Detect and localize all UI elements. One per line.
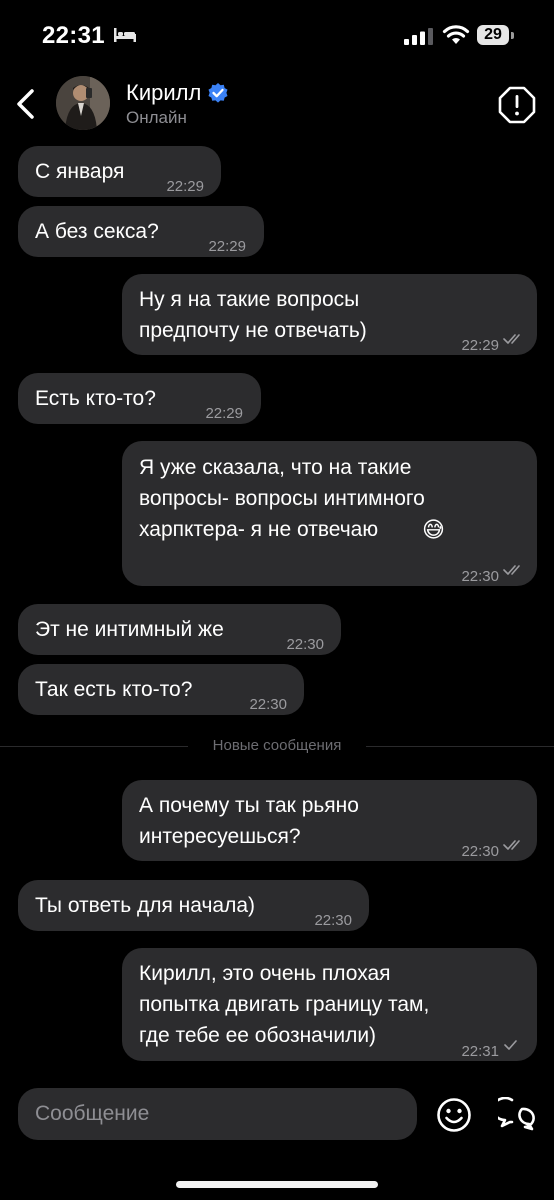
battery-icon: 29 (477, 25, 515, 47)
message-time: 22:30 (314, 912, 352, 929)
sweat-smile-emoji: 😅 (422, 517, 445, 542)
message-time: 22:30 (249, 696, 287, 713)
message-incoming[interactable]: Есть кто-то? 22:29 (18, 373, 261, 424)
message-incoming[interactable]: А без секса? 22:29 (18, 206, 264, 257)
message-outgoing[interactable]: Ну я на такие вопросы предпочту не отвеч… (122, 274, 537, 355)
chat-bubbles-icon[interactable] (498, 1097, 536, 1131)
message-incoming[interactable]: Эт не интимный же 22:30 (18, 604, 341, 655)
double-check-icon (503, 565, 520, 575)
home-indicator (176, 1181, 378, 1188)
wifi-icon (442, 25, 470, 44)
double-check-icon (503, 840, 520, 850)
message-time: 22:30 (461, 843, 499, 860)
message-outgoing[interactable]: Я уже сказала, что на такие вопросы- воп… (122, 441, 537, 586)
verified-badge-icon (208, 83, 228, 103)
message-outgoing[interactable]: А почему ты так рьяно интересуешься? 22:… (122, 780, 537, 861)
double-check-icon (503, 334, 520, 344)
chat-header: Кирилл Онлайн (0, 72, 554, 138)
message-time: 22:31 (461, 1043, 499, 1060)
battery-level: 29 (477, 25, 509, 45)
status-bar: 22:31 29 (0, 0, 554, 72)
single-check-icon (504, 1040, 517, 1050)
new-messages-label: Новые сообщения (188, 737, 366, 754)
message-incoming[interactable]: С января 22:29 (18, 146, 221, 197)
contact-name: Кирилл (126, 80, 202, 105)
status-time: 22:31 (42, 22, 105, 49)
message-time: 22:29 (205, 405, 243, 422)
signal-icon (404, 28, 433, 45)
report-icon[interactable] (498, 86, 536, 124)
message-input[interactable]: Сообщение (18, 1088, 417, 1140)
message-time: 22:29 (461, 337, 499, 354)
bed-icon (114, 28, 136, 42)
contact-name-row[interactable]: Кирилл (126, 80, 229, 106)
message-outgoing[interactable]: Кирилл, это очень плохая попытка двигать… (122, 948, 537, 1061)
message-time: 22:30 (461, 568, 499, 585)
message-time: 22:29 (166, 178, 204, 195)
avatar[interactable] (56, 76, 110, 130)
back-arrow-icon[interactable] (10, 86, 44, 122)
message-time: 22:29 (208, 238, 246, 255)
message-time: 22:30 (286, 636, 324, 653)
message-incoming[interactable]: Ты ответь для начала) 22:30 (18, 880, 369, 931)
message-incoming[interactable]: Так есть кто-то? 22:30 (18, 664, 304, 715)
emoji-icon[interactable] (436, 1097, 472, 1133)
contact-status: Онлайн (126, 108, 187, 127)
